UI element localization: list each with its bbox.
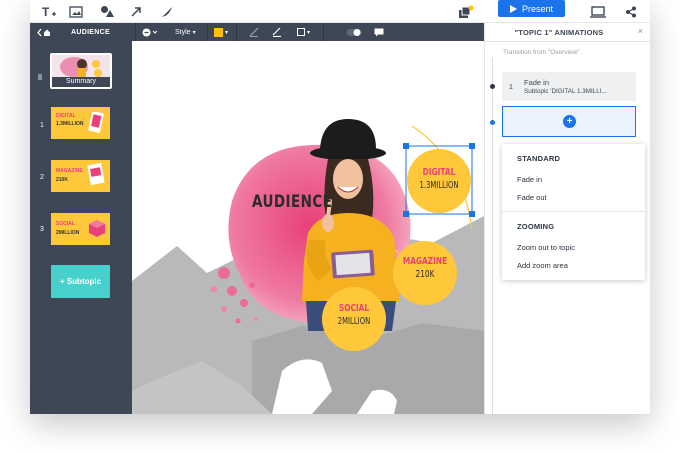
border-icon bbox=[297, 28, 305, 36]
toolbar-divider bbox=[207, 23, 208, 41]
color-swatch bbox=[214, 27, 223, 37]
toolbar-divider bbox=[135, 23, 136, 41]
menu-heading-standard: STANDARD bbox=[517, 154, 561, 163]
timeline-dot bbox=[490, 84, 495, 89]
device-illustration bbox=[88, 112, 104, 133]
menu-item-add-zoom-area[interactable]: Add zoom area bbox=[517, 261, 568, 270]
menu-item-fade-out[interactable]: Fade out bbox=[517, 193, 547, 202]
bubble-digital[interactable]: DIGITAL 1.3MILLION bbox=[407, 167, 471, 191]
comment-icon[interactable] bbox=[374, 23, 384, 41]
arrow-icon[interactable] bbox=[127, 3, 145, 20]
present-label: Present bbox=[521, 3, 554, 14]
bubble-value: 210K bbox=[415, 269, 435, 280]
chevron-down-icon: ▾ bbox=[192, 29, 196, 36]
magazine-illustration bbox=[87, 163, 105, 186]
color-dropdown[interactable]: ▾ bbox=[214, 23, 228, 41]
add-subtopic-button[interactable]: + Subtopic bbox=[51, 265, 110, 298]
menu-heading-zooming: ZOOMING bbox=[517, 222, 555, 231]
shapes-icon[interactable] bbox=[98, 3, 116, 20]
transition-from-label: Transition from "Overview" bbox=[503, 49, 580, 56]
animation-target: Subtopic 'DIGITAL 1.3MILLI... bbox=[524, 88, 607, 95]
menu-item-fade-in[interactable]: Fade in bbox=[517, 175, 542, 184]
image-icon[interactable] bbox=[67, 3, 85, 20]
slide-thumb-value: 2MILLION bbox=[56, 230, 80, 236]
summary-label: Summary bbox=[52, 77, 110, 87]
bubble-label: DIGITAL bbox=[422, 167, 456, 178]
share-icon[interactable] bbox=[622, 3, 640, 20]
menu-item-zoom-out[interactable]: Zoom out to topic bbox=[517, 243, 575, 252]
slide-number: 3 bbox=[40, 226, 44, 233]
slide-canvas[interactable]: AUDIENCE DIGITAL 1.3MILLION MAGAZINE 210… bbox=[132, 41, 484, 414]
canvas-artwork bbox=[132, 119, 484, 414]
close-icon[interactable]: × bbox=[638, 26, 643, 36]
layout-icon bbox=[142, 28, 158, 36]
svg-text:T: T bbox=[42, 5, 50, 19]
panel-divider bbox=[485, 41, 650, 42]
animations-panel: "TOPIC 1" ANIMATIONS × Transition from "… bbox=[484, 23, 650, 414]
preview-icon[interactable] bbox=[589, 3, 607, 20]
edit-toolbar: AUDIENCE Style ▾ ▾ ▾ bbox=[30, 23, 484, 41]
timeline-dot-active bbox=[490, 120, 495, 125]
add-icon[interactable]: + bbox=[563, 115, 576, 128]
back-button[interactable] bbox=[37, 23, 51, 41]
collaborator-icon[interactable] bbox=[456, 3, 474, 20]
bubble-social[interactable]: SOCIAL 2MILLION bbox=[322, 303, 386, 327]
animation-step-1[interactable]: 1 Fade in Subtopic 'DIGITAL 1.3MILLI... bbox=[502, 72, 636, 101]
slide-thumb-title: SOCIAL bbox=[56, 221, 75, 227]
slide-thumb-title: DIGITAL bbox=[56, 113, 76, 119]
stroke-color-icon[interactable] bbox=[272, 23, 282, 41]
toolbar-divider bbox=[323, 23, 324, 41]
slide-thumb-value: 210K bbox=[56, 177, 68, 183]
draw-icon[interactable] bbox=[157, 3, 175, 20]
present-button[interactable]: Present bbox=[498, 0, 565, 17]
style-dropdown[interactable]: Style ▾ bbox=[175, 23, 196, 41]
slide-thumb-title: MAGAZINE bbox=[56, 168, 83, 174]
animation-number: 1 bbox=[509, 84, 513, 91]
canvas-title[interactable]: AUDIENCE bbox=[252, 192, 332, 211]
animation-type-menu: STANDARD Fade in Fade out ZOOMING Zoom o… bbox=[502, 144, 645, 280]
toggle-switch[interactable] bbox=[346, 23, 362, 41]
bubble-value: 1.3MILLION bbox=[419, 180, 459, 191]
slide-thumbnail-3[interactable]: SOCIAL 2MILLION bbox=[51, 213, 110, 245]
slide-thumb-value: 1.3MILLION bbox=[56, 121, 84, 127]
bubble-label: SOCIAL bbox=[338, 303, 370, 314]
slide-number: 2 bbox=[40, 174, 44, 181]
drag-handle-icon[interactable] bbox=[38, 67, 42, 80]
summary-thumbnail[interactable]: Summary bbox=[50, 53, 112, 89]
add-animation-area[interactable]: + bbox=[502, 106, 636, 137]
slide-sidebar: Summary 1 DIGITAL 1.3MILLION 2 MAGAZINE … bbox=[30, 41, 132, 414]
back-home-icon bbox=[37, 28, 50, 36]
style-label: Style bbox=[175, 28, 191, 36]
cube-illustration bbox=[89, 220, 105, 237]
line-style-icon[interactable] bbox=[249, 23, 259, 41]
slide-thumbnail-2[interactable]: MAGAZINE 210K bbox=[51, 160, 110, 192]
breadcrumb-topic: AUDIENCE bbox=[71, 28, 110, 36]
chevron-down-icon: ▾ bbox=[225, 29, 229, 36]
panel-title: "TOPIC 1" ANIMATIONS bbox=[514, 28, 604, 37]
menu-divider bbox=[502, 211, 645, 212]
text-icon[interactable]: T bbox=[40, 3, 58, 20]
app-window: T Present AUDIENCE Style ▾ ▾ ▾ Summary 1… bbox=[30, 0, 650, 414]
bubble-value: 2MILLION bbox=[337, 316, 371, 327]
slide-thumbnail-1[interactable]: DIGITAL 1.3MILLION bbox=[51, 107, 110, 139]
layout-dropdown[interactable] bbox=[142, 23, 158, 41]
chevron-down-icon: ▾ bbox=[307, 29, 311, 36]
toolbar-divider bbox=[236, 23, 237, 41]
top-toolbar: T Present bbox=[30, 0, 650, 23]
bubble-magazine[interactable]: MAGAZINE 210K bbox=[393, 256, 457, 280]
animation-title: Fade in bbox=[524, 78, 550, 87]
slide-number: 1 bbox=[40, 122, 44, 129]
border-dropdown[interactable]: ▾ bbox=[297, 23, 310, 41]
timeline-line bbox=[492, 58, 493, 414]
bubble-label: MAGAZINE bbox=[402, 256, 448, 267]
play-icon bbox=[509, 4, 517, 13]
